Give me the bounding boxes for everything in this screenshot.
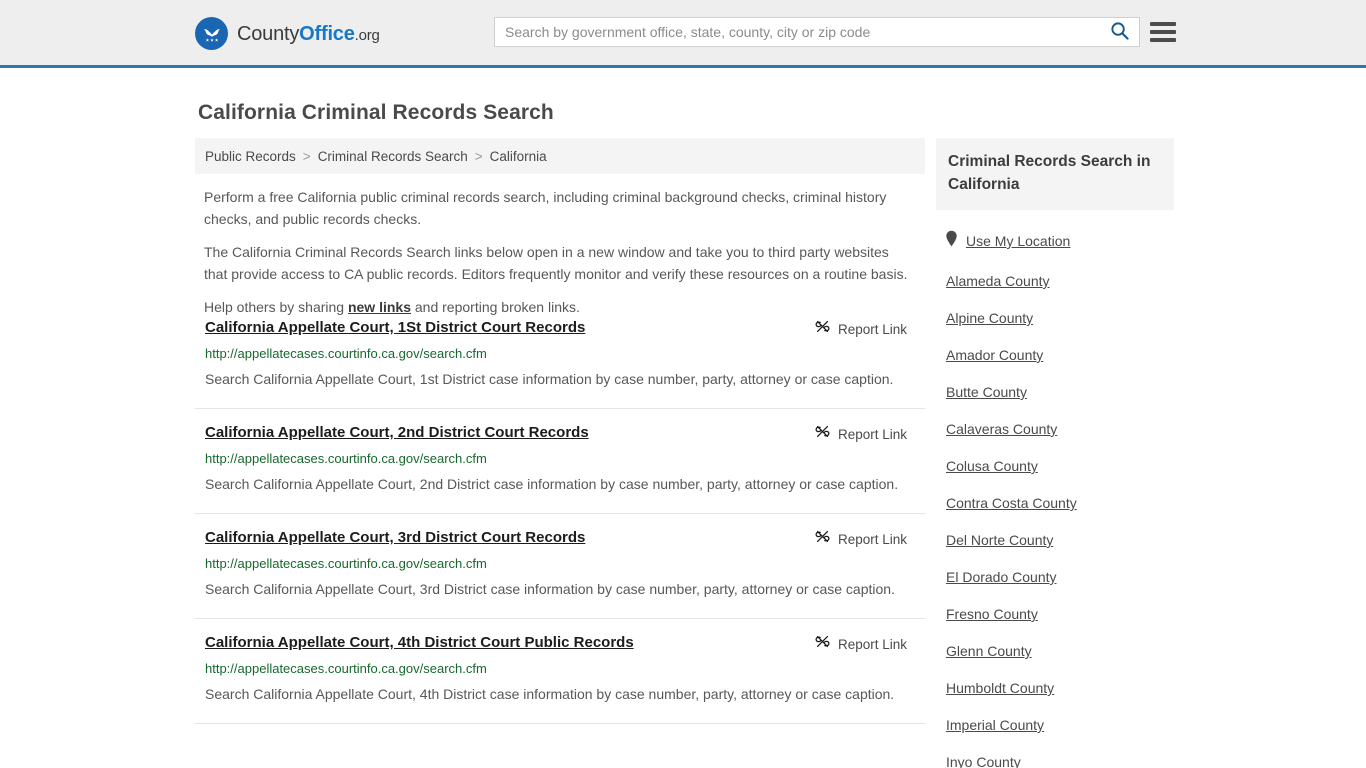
result-item: California Appellate Court, 4th District… [195,619,925,724]
result-url: http://appellatecases.courtinfo.ca.gov/s… [205,451,915,467]
sidebar-county-imperial[interactable]: Imperial County [936,717,1174,733]
brand-word-office: Office [299,23,354,45]
brand-wordmark: CountyOffice.org [237,24,380,44]
sidebar-county-el-dorado[interactable]: El Dorado County [936,569,1174,585]
result-item: California Appellate Court, 3rd District… [195,514,925,619]
use-my-location-button[interactable]: Use My Location [936,230,1174,252]
sidebar-county-fresno[interactable]: Fresno County [936,606,1174,622]
breadcrumb-item-public-records[interactable]: Public Records [205,149,296,164]
report-link-button[interactable]: Report Link [814,633,915,655]
broken-link-icon [814,633,831,655]
sidebar-county-inyo[interactable]: Inyo County [936,754,1174,768]
brand-word-org: .org [355,27,380,44]
search-icon [1110,21,1129,43]
breadcrumb: Public Records > Criminal Records Search… [195,138,925,174]
sidebar-county-amador[interactable]: Amador County [936,347,1174,363]
broken-link-icon [814,318,831,340]
results-list: California Appellate Court, 1St District… [195,304,925,724]
sidebar-link-list: Use My Location Alameda County Alpine Co… [936,210,1174,768]
sidebar-county-calaveras[interactable]: Calaveras County [936,421,1174,437]
search-bar [494,17,1140,47]
sidebar-county-contra-costa[interactable]: Contra Costa County [936,495,1174,511]
site-header: CountyOffice.org [0,0,1366,68]
result-header: California Appellate Court, 1St District… [205,318,915,340]
eagle-stars-logo [195,17,228,50]
intro-paragraph-1: Perform a free California public crimina… [204,186,916,230]
result-item: California Appellate Court, 1St District… [195,304,925,409]
breadcrumb-item-california: California [490,149,547,164]
sidebar-heading: Criminal Records Search in California [936,138,1174,210]
report-link-button[interactable]: Report Link [814,318,915,340]
result-header: California Appellate Court, 3rd District… [205,528,915,550]
hamburger-menu-icon[interactable] [1150,19,1176,45]
result-description: Search California Appellate Court, 4th D… [205,682,905,707]
broken-link-icon [814,423,831,445]
breadcrumb-separator: > [303,149,311,164]
sidebar-county-butte[interactable]: Butte County [936,384,1174,400]
breadcrumb-item-criminal-records-search[interactable]: Criminal Records Search [318,149,468,164]
result-title-link[interactable]: California Appellate Court, 1St District… [205,318,585,337]
result-url: http://appellatecases.courtinfo.ca.gov/s… [205,661,915,677]
broken-link-icon [814,528,831,550]
map-pin-icon [945,230,958,252]
result-item: California Appellate Court, 2nd District… [195,409,925,514]
result-title-link[interactable]: California Appellate Court, 2nd District… [205,423,589,442]
menu-bar-2 [1150,30,1176,34]
intro-paragraph-2: The California Criminal Records Search l… [204,241,916,285]
report-link-label: Report Link [838,322,907,337]
report-link-button[interactable]: Report Link [814,528,915,550]
report-link-button[interactable]: Report Link [814,423,915,445]
result-title-link[interactable]: California Appellate Court, 4th District… [205,633,634,652]
menu-bar-3 [1150,38,1176,42]
result-url: http://appellatecases.courtinfo.ca.gov/s… [205,556,915,572]
result-header: California Appellate Court, 4th District… [205,633,915,655]
page-title: California Criminal Records Search [198,101,554,125]
result-description: Search California Appellate Court, 1st D… [205,367,905,392]
report-link-label: Report Link [838,637,907,652]
result-description: Search California Appellate Court, 3rd D… [205,577,905,602]
brand-word-county: County [237,23,299,45]
use-my-location-label: Use My Location [966,233,1070,249]
sidebar-county-colusa[interactable]: Colusa County [936,458,1174,474]
menu-bar-1 [1150,22,1176,26]
result-title-link[interactable]: California Appellate Court, 3rd District… [205,528,585,547]
result-url: http://appellatecases.courtinfo.ca.gov/s… [205,346,915,362]
result-header: California Appellate Court, 2nd District… [205,423,915,445]
result-description: Search California Appellate Court, 2nd D… [205,472,905,497]
sidebar-county-glenn[interactable]: Glenn County [936,643,1174,659]
sidebar-county-alameda[interactable]: Alameda County [936,273,1174,289]
search-input[interactable] [495,18,1099,46]
sidebar-county-alpine[interactable]: Alpine County [936,310,1174,326]
report-link-label: Report Link [838,532,907,547]
sidebar-county-del-norte[interactable]: Del Norte County [936,532,1174,548]
brand-logo-link[interactable]: CountyOffice.org [195,17,380,50]
sidebar-county-humboldt[interactable]: Humboldt County [936,680,1174,696]
search-button[interactable] [1099,18,1139,46]
breadcrumb-separator: > [475,149,483,164]
report-link-label: Report Link [838,427,907,442]
sidebar: Criminal Records Search in California Us… [936,138,1174,768]
